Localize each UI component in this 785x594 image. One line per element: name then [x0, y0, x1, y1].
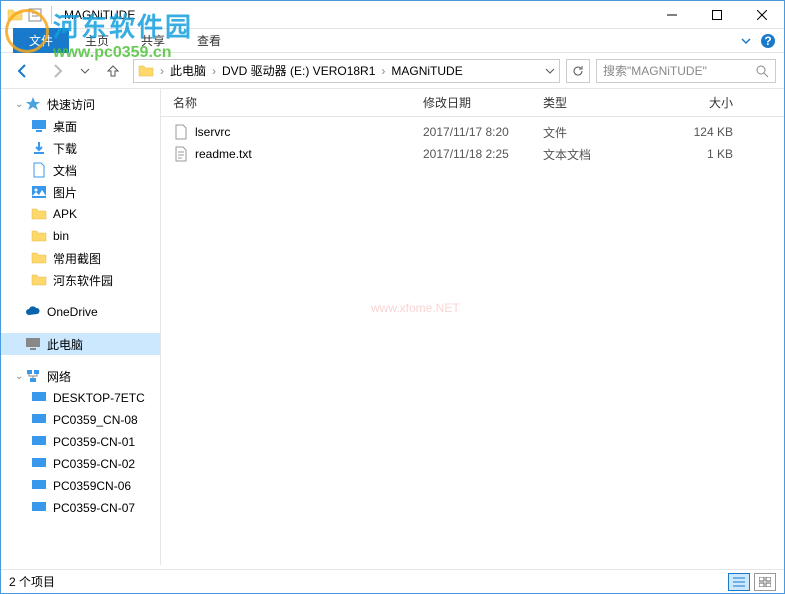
file-row[interactable]: readme.txt 2017/11/18 2:25 文本文档 1 KB — [173, 143, 772, 165]
chevron-right-icon[interactable]: › — [210, 64, 218, 78]
sidebar-item-apk[interactable]: APK — [1, 203, 160, 225]
file-list: lservrc 2017/11/17 8:20 文件 124 KB readme… — [161, 117, 784, 169]
navigation-pane: ⌄ 快速访问 桌面 下载 文档 图片 APK bin 常用截图 河东软件园 On… — [1, 89, 161, 565]
sidebar-network-item[interactable]: PC0359_CN-08 — [1, 409, 160, 431]
sidebar-item-downloads[interactable]: 下载 — [1, 137, 160, 159]
back-button[interactable] — [9, 57, 37, 85]
sidebar-item-pictures[interactable]: 图片 — [1, 181, 160, 203]
text-file-icon — [173, 146, 189, 162]
search-input[interactable]: 搜索"MAGNiTUDE" — [596, 59, 776, 83]
column-headers: 名称 修改日期 类型 大小 — [161, 89, 784, 117]
properties-icon[interactable] — [27, 7, 43, 23]
address-dropdown-icon[interactable] — [545, 66, 555, 76]
folder-icon — [7, 7, 23, 23]
tab-view[interactable]: 查看 — [181, 28, 237, 53]
sidebar-onedrive[interactable]: OneDrive — [1, 301, 160, 323]
picture-icon — [31, 184, 47, 200]
computer-icon — [31, 390, 47, 406]
item-count: 2 个项目 — [9, 573, 724, 590]
forward-button[interactable] — [43, 57, 71, 85]
tab-file[interactable]: 文件 — [13, 28, 69, 53]
close-button[interactable] — [739, 1, 784, 28]
sidebar-network-item[interactable]: DESKTOP-7ETC — [1, 387, 160, 409]
title-bar: MAGNiTUDE — [1, 1, 784, 29]
file-row[interactable]: lservrc 2017/11/17 8:20 文件 124 KB — [173, 121, 772, 143]
column-header-size[interactable]: 大小 — [653, 94, 733, 111]
sidebar-item-desktop[interactable]: 桌面 — [1, 115, 160, 137]
chevron-right-icon[interactable]: › — [158, 64, 166, 78]
chevron-down-icon[interactable] — [740, 35, 752, 47]
sidebar-item-screenshots[interactable]: 常用截图 — [1, 247, 160, 269]
tab-home[interactable]: 主页 — [69, 28, 125, 53]
sidebar-network-item[interactable]: PC0359-CN-01 — [1, 431, 160, 453]
sidebar-network-item[interactable]: PC0359-CN-07 — [1, 497, 160, 519]
details-view-button[interactable] — [728, 573, 750, 591]
folder-icon — [31, 272, 47, 288]
sidebar-item-bin[interactable]: bin — [1, 225, 160, 247]
window-title: MAGNiTUDE — [64, 8, 649, 22]
search-icon — [755, 64, 769, 78]
up-button[interactable] — [99, 57, 127, 85]
search-placeholder: 搜索"MAGNiTUDE" — [603, 62, 755, 79]
computer-icon — [31, 478, 47, 494]
sidebar-item-hedong[interactable]: 河东软件园 — [1, 269, 160, 291]
folder-icon — [31, 228, 47, 244]
computer-icon — [31, 434, 47, 450]
svg-text:?: ? — [764, 34, 771, 48]
document-icon — [31, 162, 47, 178]
sidebar-item-documents[interactable]: 文档 — [1, 159, 160, 181]
sidebar-quickaccess[interactable]: ⌄ 快速访问 — [1, 93, 160, 115]
maximize-button[interactable] — [694, 1, 739, 28]
chevron-down-icon[interactable]: ⌄ — [15, 99, 25, 110]
breadcrumb-item[interactable]: 此电脑 — [166, 62, 210, 79]
computer-icon — [31, 412, 47, 428]
minimize-button[interactable] — [649, 1, 694, 28]
folder-icon — [138, 63, 154, 79]
star-icon — [25, 96, 41, 112]
chevron-right-icon[interactable]: › — [379, 64, 387, 78]
sidebar-thispc[interactable]: 此电脑 — [1, 333, 160, 355]
separator — [51, 6, 52, 24]
network-icon — [25, 368, 41, 384]
content-pane: 名称 修改日期 类型 大小 lservrc 2017/11/17 8:20 文件… — [161, 89, 784, 565]
cloud-icon — [25, 304, 41, 320]
folder-icon — [31, 206, 47, 222]
computer-icon — [31, 456, 47, 472]
tab-share[interactable]: 共享 — [125, 28, 181, 53]
download-icon — [31, 140, 47, 156]
status-bar: 2 个项目 — [1, 569, 784, 593]
breadcrumb-item[interactable]: MAGNiTUDE — [387, 64, 466, 78]
chevron-down-icon[interactable]: ⌄ — [15, 371, 25, 382]
breadcrumb-item[interactable]: DVD 驱动器 (E:) VERO18R1 — [218, 62, 379, 79]
column-header-name[interactable]: 名称 — [173, 94, 423, 111]
help-icon[interactable]: ? — [760, 33, 776, 49]
monitor-icon — [25, 336, 41, 352]
sidebar-network[interactable]: ⌄网络 — [1, 365, 160, 387]
computer-icon — [31, 500, 47, 516]
file-icon — [173, 124, 189, 140]
address-bar[interactable]: › 此电脑 › DVD 驱动器 (E:) VERO18R1 › MAGNiTUD… — [133, 59, 560, 83]
column-header-date[interactable]: 修改日期 — [423, 94, 543, 111]
recent-dropdown[interactable] — [77, 57, 93, 85]
folder-icon — [31, 250, 47, 266]
navigation-bar: › 此电脑 › DVD 驱动器 (E:) VERO18R1 › MAGNiTUD… — [1, 53, 784, 89]
monitor-icon — [31, 118, 47, 134]
refresh-button[interactable] — [566, 59, 590, 83]
column-header-type[interactable]: 类型 — [543, 94, 653, 111]
icons-view-button[interactable] — [754, 573, 776, 591]
sidebar-network-item[interactable]: PC0359-CN-02 — [1, 453, 160, 475]
ribbon-tabs: 文件 主页 共享 查看 ? — [1, 29, 784, 53]
sidebar-network-item[interactable]: PC0359CN-06 — [1, 475, 160, 497]
